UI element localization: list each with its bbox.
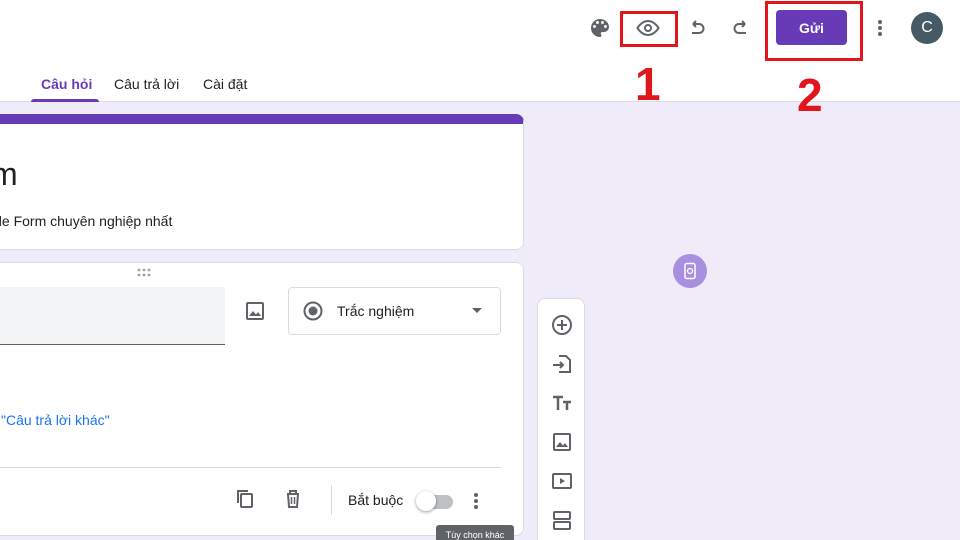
delete-icon[interactable] [281, 487, 305, 511]
question-type-dropdown[interactable]: Trắc nghiệm [288, 287, 501, 335]
send-highlight-box [765, 1, 863, 61]
image-icon[interactable] [243, 299, 267, 323]
dropdown-arrow-icon [472, 308, 482, 313]
redo-icon[interactable] [728, 14, 756, 42]
question-type-label: Trắc nghiệm [337, 303, 415, 319]
radio-button-icon [303, 301, 323, 321]
question-card[interactable]: Trắc nghiệm "Câu trả lời khác" Bắt buộc [0, 262, 524, 536]
add-section-icon[interactable] [550, 508, 574, 532]
tab-settings[interactable]: Cài đặt [203, 76, 247, 92]
form-title[interactable]: m [0, 156, 18, 193]
import-questions-icon[interactable] [550, 352, 574, 376]
divider [0, 467, 501, 468]
side-toolbar [537, 298, 585, 540]
footer-divider [331, 485, 332, 515]
active-tab-indicator [31, 99, 99, 102]
annotation-number-2: 2 [797, 69, 823, 121]
palette-icon[interactable] [586, 14, 614, 42]
form-title-card: m gle Form chuyên nghiệp nhất [0, 114, 524, 250]
add-image-icon[interactable] [550, 430, 574, 454]
more-vert-icon[interactable] [866, 14, 894, 42]
undo-icon[interactable] [682, 14, 710, 42]
preview-highlight-box [620, 11, 678, 47]
add-other-link[interactable]: "Câu trả lời khác" [1, 412, 110, 428]
drag-handle-icon[interactable] [137, 268, 155, 278]
form-description[interactable]: gle Form chuyên nghiệp nhất [0, 213, 172, 229]
duplicate-icon[interactable] [233, 487, 257, 511]
required-label: Bắt buộc [348, 492, 404, 508]
add-question-icon[interactable] [550, 313, 574, 337]
add-title-icon[interactable] [550, 391, 574, 415]
tab-questions[interactable]: Câu hỏi [41, 76, 92, 92]
more-options-icon[interactable] [464, 489, 488, 513]
question-input[interactable] [0, 287, 225, 345]
add-video-icon[interactable] [550, 469, 574, 493]
required-toggle-knob[interactable] [416, 491, 436, 511]
avatar[interactable]: C [911, 12, 943, 44]
tab-responses[interactable]: Câu trả lời [114, 76, 179, 92]
annotation-number-1: 1 [635, 58, 661, 110]
more-options-tooltip: Tùy chọn khác [436, 525, 514, 540]
form-assistant-icon[interactable] [673, 254, 707, 288]
